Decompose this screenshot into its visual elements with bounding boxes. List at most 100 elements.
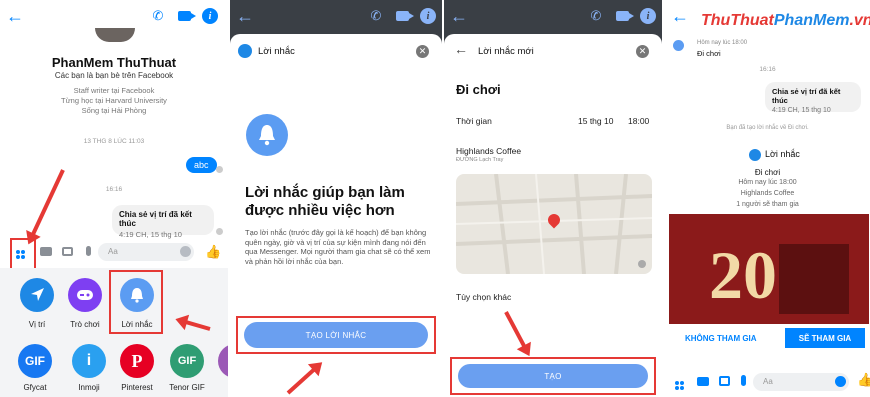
back-arrow-icon[interactable]: ← xyxy=(671,6,689,26)
bell-badge-icon xyxy=(673,40,684,51)
gallery-icon[interactable] xyxy=(719,376,730,386)
share-title: Chia sẻ vị trí đã kết thúc xyxy=(772,87,841,105)
share-time: 4:19 CH, 15 thg 10 xyxy=(772,107,831,114)
bell-icon xyxy=(246,114,288,156)
dimmed-header: ← ✆ i xyxy=(230,0,442,34)
camera-icon[interactable] xyxy=(697,377,709,386)
like-icon[interactable]: 👍 xyxy=(205,244,221,260)
microphone-icon[interactable] xyxy=(86,246,91,256)
emoji-icon[interactable] xyxy=(835,376,846,387)
new-reminder-sheet: ← Lời nhắc mới ✕ Đi chơi Thời gian 15 th… xyxy=(444,34,662,397)
gallery-icon[interactable] xyxy=(62,247,73,256)
location-app-label: Vị trí xyxy=(28,320,46,329)
system-note: Bạn đã tạo lời nhắc về Đi chơi. xyxy=(726,125,809,131)
games-app-label: Trò chơi xyxy=(70,320,100,329)
profile-city: Sống tại Hải Phòng xyxy=(81,106,147,115)
phone-icon[interactable]: ✆ xyxy=(150,8,166,24)
gfycat-label: Gfycat xyxy=(23,383,47,392)
intro-headline: Lời nhắc giúp bạn làm được nhiều việc hơ… xyxy=(245,184,405,219)
place-name[interactable]: Highlands Coffee xyxy=(456,146,521,156)
tenor-label: Tenor GIF xyxy=(169,383,205,392)
card-where: Highlands Coffee xyxy=(740,190,795,197)
chat-screen: ← ✆ i PhanMem ThuThuat Các bạn là bạn bè… xyxy=(0,0,228,397)
tenor-app-icon[interactable]: GIF xyxy=(170,344,204,378)
profile-school: Từng học tại Harvard University xyxy=(61,96,167,105)
highlight-box xyxy=(450,357,656,395)
bell-badge-icon xyxy=(238,44,252,58)
dimmed-header: ← ✆ i xyxy=(444,0,662,34)
card-heading: Lời nhắc xyxy=(765,149,800,159)
pointer-arrow xyxy=(504,311,527,349)
inmoji-app-icon[interactable]: i xyxy=(72,344,106,378)
card-title: Đi chơi xyxy=(754,168,781,177)
pointer-arrow xyxy=(30,169,65,237)
banner-time: Hôm nay lúc 18:00 xyxy=(697,40,748,46)
share-time: 4:19 CH, 15 thg 10 xyxy=(119,230,182,239)
emoji-icon[interactable] xyxy=(180,246,191,257)
seen-avatar xyxy=(216,166,223,173)
sheet-title: Lời nhắc mới xyxy=(478,46,534,57)
back-arrow-icon[interactable]: ← xyxy=(454,41,468,57)
reminder-intro-screen: ← ✆ i Lời nhắc ✕ Lời nhắc giúp bạn làm đ… xyxy=(230,0,442,397)
inmoji-label: Inmoji xyxy=(78,383,100,392)
highlight-box xyxy=(236,316,436,354)
promo-number: 20 xyxy=(709,237,777,313)
close-icon[interactable]: ✕ xyxy=(636,45,649,58)
date-value[interactable]: 15 thg 10 xyxy=(578,116,613,126)
location-share-card[interactable]: Chia sẻ vị trí đã kết thúc 4:19 CH, 15 t… xyxy=(112,205,214,239)
join-button[interactable]: SẼ THAM GIA xyxy=(785,328,865,348)
intro-body: Tạo lời nhắc (trước đây gọi là kế hoạch)… xyxy=(245,228,431,266)
decline-button[interactable]: KHÔNG THAM GIA xyxy=(685,334,757,343)
map-preview[interactable] xyxy=(456,174,652,274)
chat-with-reminder-screen: ← ThuThuatPhanMem.vn Hôm nay lúc 18:00 Đ… xyxy=(665,0,870,397)
contact-name: PhanMem ThuThuat xyxy=(51,55,177,70)
video-icon[interactable] xyxy=(394,8,414,24)
phone-icon[interactable]: ✆ xyxy=(368,8,384,24)
info-icon[interactable]: i xyxy=(640,8,656,24)
bell-icon xyxy=(749,149,761,161)
new-reminder-screen: ← ✆ i ← Lời nhắc mới ✕ Đi chơi Thời gian… xyxy=(444,0,662,397)
video-icon[interactable] xyxy=(614,8,634,24)
like-icon[interactable]: 👍 xyxy=(857,372,870,388)
time-divider: 16:16 xyxy=(759,66,776,73)
watermark: ThuThuatPhanMem.vn xyxy=(701,12,870,29)
seen-avatar xyxy=(216,228,223,235)
microphone-icon[interactable] xyxy=(741,375,746,386)
friends-note: Các bạn là bạn bè trên Facebook xyxy=(54,71,174,80)
video-icon[interactable] xyxy=(176,8,196,24)
pinterest-app-icon[interactable]: P xyxy=(120,344,154,378)
close-icon[interactable]: ✕ xyxy=(416,45,429,58)
promo-image: 20 xyxy=(669,214,869,324)
more-options[interactable]: Tùy chọn khác xyxy=(456,292,511,302)
sent-message[interactable]: abc xyxy=(186,157,217,173)
time-label: Thời gian xyxy=(456,116,492,126)
pinterest-label: Pinterest xyxy=(121,383,153,392)
promo-photo xyxy=(779,244,849,314)
phone-icon[interactable]: ✆ xyxy=(588,8,604,24)
sheet-title: Lời nhắc xyxy=(258,46,295,57)
share-title: Chia sẻ vị trí đã kết thúc xyxy=(119,210,192,228)
location-app-icon[interactable] xyxy=(20,278,54,312)
games-app-icon[interactable] xyxy=(68,278,102,312)
banner-title[interactable]: Đi chơi xyxy=(697,49,721,58)
info-icon[interactable]: i xyxy=(420,8,436,24)
place-street: ĐƯỜNG Lạch Tray xyxy=(456,157,504,163)
back-arrow-icon[interactable]: ← xyxy=(6,6,24,26)
card-people: 1 người sẽ tham gia xyxy=(736,201,799,208)
pointer-arrow xyxy=(286,367,317,395)
back-arrow-icon[interactable]: ← xyxy=(236,6,254,26)
time-divider: 16:16 xyxy=(105,186,123,193)
more-apps-icon[interactable] xyxy=(675,377,684,390)
date-divider: 13 THG 8 LÚC 11:03 xyxy=(83,138,145,145)
camera-icon[interactable] xyxy=(40,247,52,256)
reminder-sheet: Lời nhắc ✕ Lời nhắc giúp bạn làm được nh… xyxy=(230,34,442,397)
reminder-title-field[interactable]: Đi chơi xyxy=(456,82,501,97)
avatar xyxy=(95,28,135,42)
info-icon[interactable]: i xyxy=(202,8,218,24)
location-share-card[interactable]: Chia sẻ vị trí đã kết thúc 4:19 CH, 15 t… xyxy=(765,82,861,114)
gfycat-app-icon[interactable]: GIF xyxy=(18,344,52,378)
highlight-box xyxy=(109,270,163,334)
time-value[interactable]: 18:00 xyxy=(628,116,649,126)
card-when: Hôm nay lúc 18:00 xyxy=(738,179,797,186)
back-arrow-icon[interactable]: ← xyxy=(450,6,468,26)
